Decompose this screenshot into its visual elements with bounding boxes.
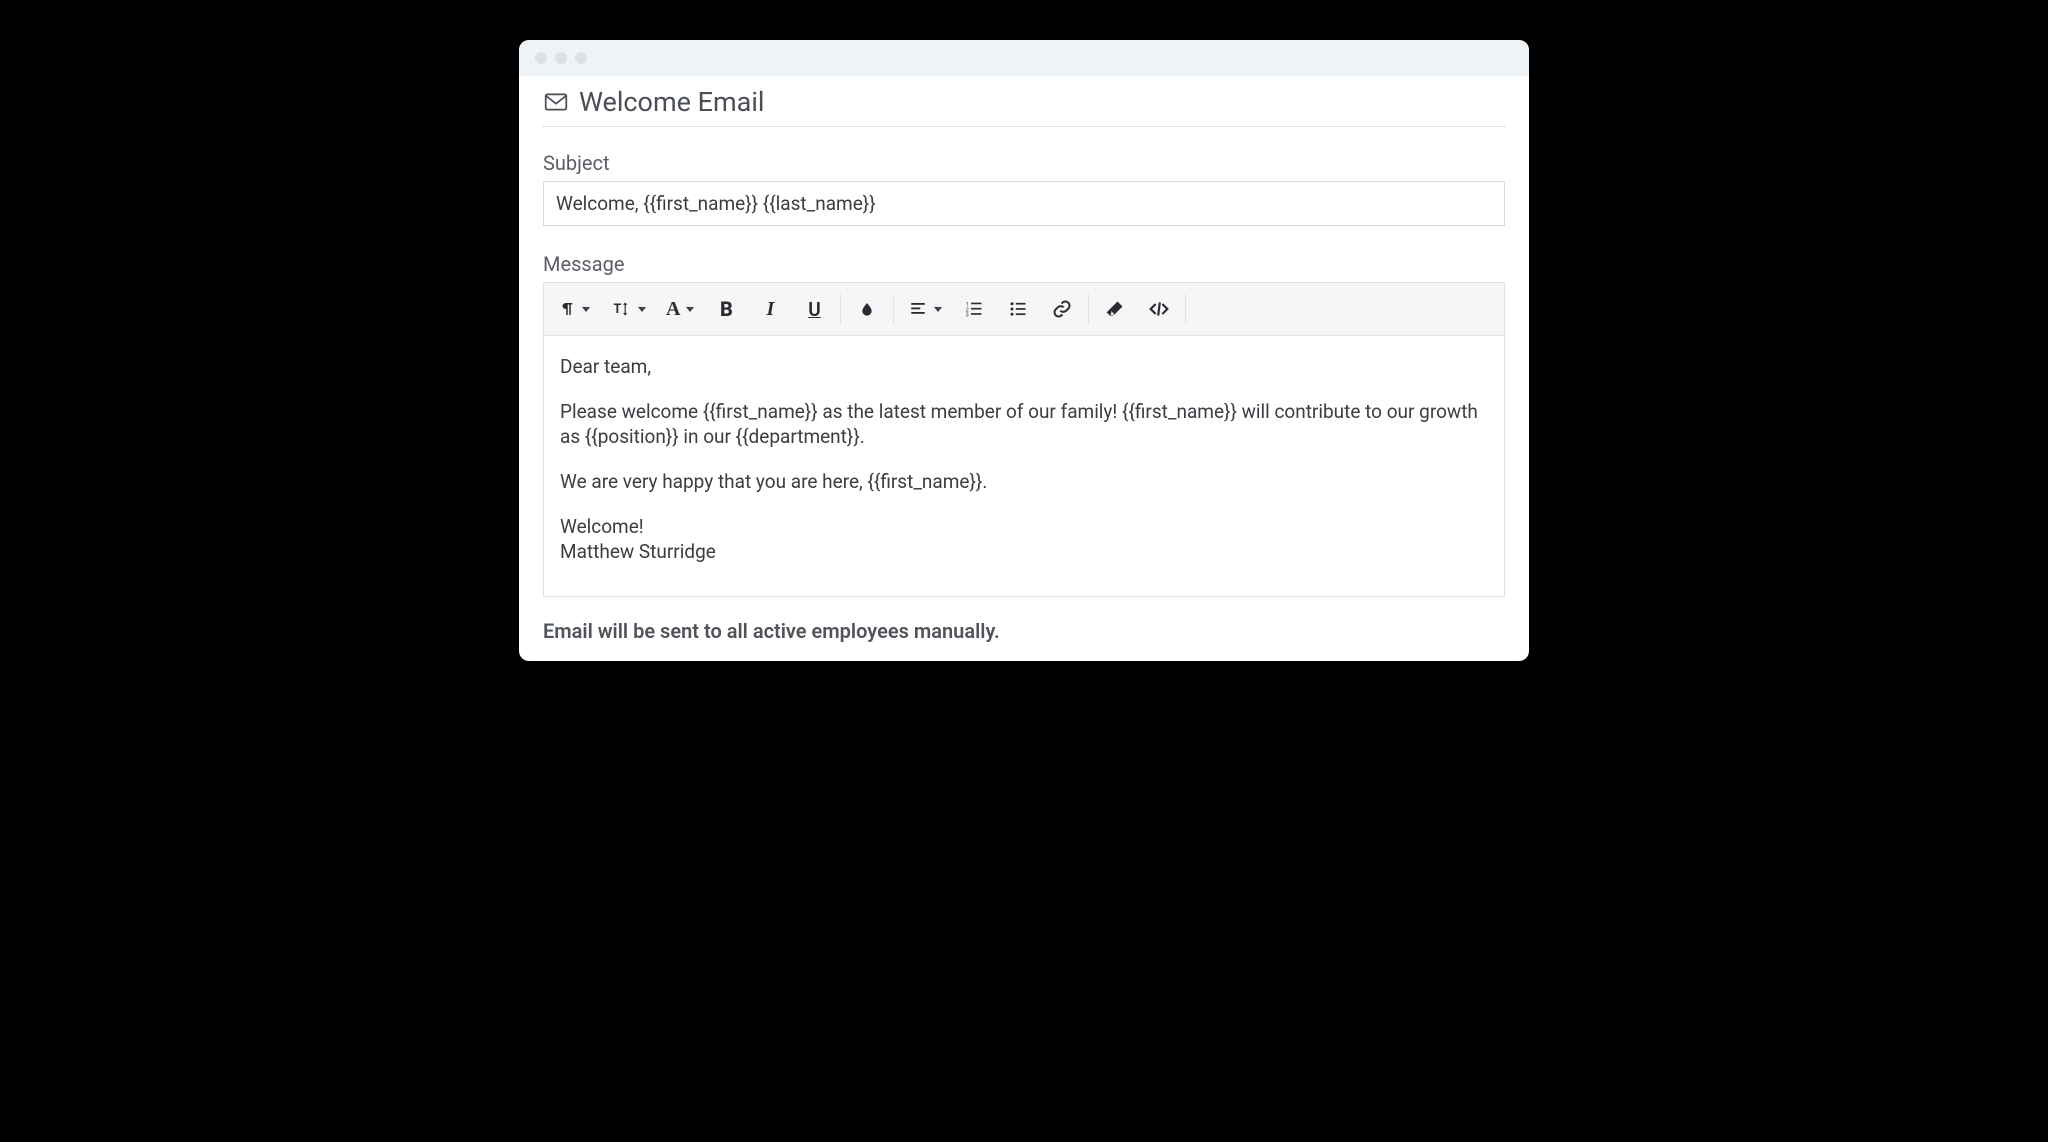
- message-line: Dear team,: [560, 354, 1488, 380]
- caret-icon: [934, 307, 942, 312]
- window-dot-close[interactable]: [535, 52, 547, 64]
- text-color-button[interactable]: [845, 289, 889, 329]
- send-note: Email will be sent to all active employe…: [543, 619, 1505, 643]
- window-dot-zoom[interactable]: [575, 52, 587, 64]
- ordered-list-button[interactable]: 123: [952, 289, 996, 329]
- font-a-icon: A: [666, 298, 680, 321]
- code-view-button[interactable]: [1137, 289, 1181, 329]
- eraser-icon: [1105, 299, 1125, 319]
- divider: [543, 126, 1505, 127]
- message-line: Welcome!: [560, 514, 1488, 540]
- unordered-list-icon: [1008, 300, 1028, 318]
- bold-button[interactable]: B: [704, 289, 748, 329]
- link-icon: [1052, 299, 1072, 319]
- caret-icon: [686, 307, 694, 312]
- underline-button[interactable]: U: [792, 289, 836, 329]
- app-window: Welcome Email Subject Message: [519, 40, 1529, 661]
- subject-field: Subject: [543, 151, 1505, 226]
- content-area: Welcome Email Subject Message: [519, 76, 1529, 661]
- toolbar-separator: [893, 294, 894, 324]
- rich-text-editor: T A B I: [543, 282, 1505, 597]
- message-field: Message T: [543, 252, 1505, 597]
- editor-toolbar: T A B I: [544, 283, 1504, 336]
- toolbar-separator: [840, 294, 841, 324]
- page-title: Welcome Email: [543, 86, 1505, 126]
- envelope-icon: [543, 89, 569, 115]
- page-title-text: Welcome Email: [579, 86, 765, 118]
- clear-formatting-button[interactable]: [1093, 289, 1137, 329]
- window-dot-minimize[interactable]: [555, 52, 567, 64]
- bold-icon: B: [720, 297, 733, 321]
- align-button[interactable]: [898, 289, 952, 329]
- window-titlebar: [519, 40, 1529, 76]
- message-label: Message: [543, 252, 1505, 276]
- svg-text:T: T: [614, 302, 622, 317]
- message-line: Please welcome {{first_name}} as the lat…: [560, 399, 1488, 450]
- underline-icon: U: [808, 298, 820, 321]
- subject-input[interactable]: [543, 181, 1505, 226]
- code-icon: [1148, 299, 1170, 319]
- caret-icon: [582, 307, 590, 312]
- message-line: We are very happy that you are here, {{f…: [560, 469, 1488, 495]
- paragraph-format-button[interactable]: [548, 289, 600, 329]
- caret-icon: [638, 307, 646, 312]
- pilcrow-icon: [558, 300, 576, 318]
- line-height-button[interactable]: T: [600, 289, 656, 329]
- tint-icon: [859, 299, 875, 319]
- italic-button[interactable]: I: [748, 289, 792, 329]
- message-line: Matthew Sturridge: [560, 539, 1488, 565]
- italic-icon: I: [767, 298, 775, 321]
- insert-link-button[interactable]: [1040, 289, 1084, 329]
- unordered-list-button[interactable]: [996, 289, 1040, 329]
- align-left-icon: [908, 300, 928, 318]
- svg-text:3: 3: [966, 313, 969, 319]
- font-family-button[interactable]: A: [656, 289, 704, 329]
- subject-label: Subject: [543, 151, 1505, 175]
- line-height-icon: T: [610, 299, 632, 319]
- message-body-input[interactable]: Dear team, Please welcome {{first_name}}…: [544, 336, 1504, 596]
- toolbar-separator: [1185, 294, 1186, 324]
- ordered-list-icon: 123: [964, 300, 984, 318]
- toolbar-separator: [1088, 294, 1089, 324]
